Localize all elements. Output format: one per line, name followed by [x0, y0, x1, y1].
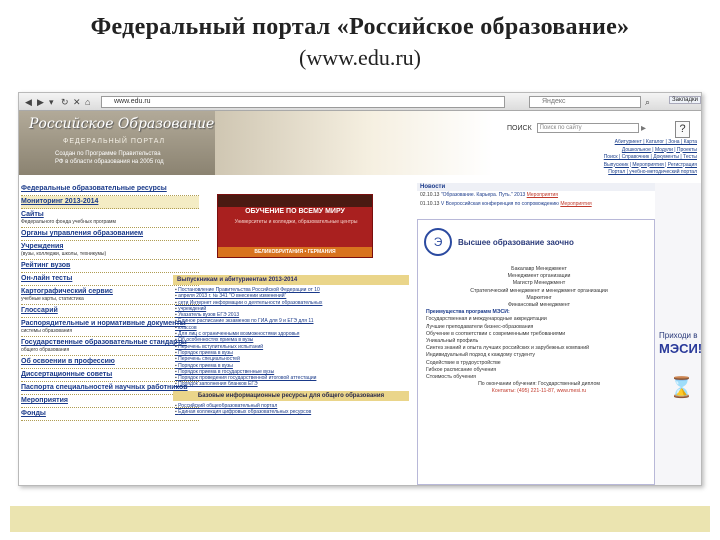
section-subheader: Базовые информационные ресурсы для общег… [173, 390, 409, 401]
mesi-line: Магистр Менеджмент [512, 280, 566, 287]
mesi-line: Преимущества программ МЭСИ: [426, 309, 510, 316]
banner-subtitle: Университеты и колледжи, образовательные… [234, 219, 358, 225]
site-logo: Российское Образование [29, 116, 215, 132]
mesi-line: Гибкое расписание обучения [426, 366, 497, 373]
mesi-contacts[interactable]: Контакты: (495) 221-11-87, www.mesi.ru [426, 388, 652, 395]
menu-item-label: Органы управления образованием [21, 230, 144, 237]
mesi-line: Маркетинг [526, 294, 552, 301]
help-icon[interactable]: ? [675, 121, 690, 138]
resources-list: Российский общеобразовательный портал Ед… [173, 401, 409, 416]
ad-text: Приходи в [659, 331, 698, 340]
search-label: ПОИСК [507, 124, 532, 132]
mesi-line: По окончании обучения: Государственный д… [478, 381, 600, 388]
ad-banner[interactable]: ОБУЧЕНИЕ ПО ВСЕМУ МИРУ Университеты и ко… [217, 194, 373, 258]
menu-item[interactable]: Органы управления образованием [21, 228, 199, 241]
slide-title: Федеральный портал «Российское образован… [0, 14, 720, 71]
list-item[interactable]: Порядок заполнения бланков ЕГЭ [175, 381, 407, 387]
logo-description: Создан по Программе Правительства РФ в о… [55, 151, 164, 165]
menu-item-label: Мониторинг 2013-2014 [21, 198, 99, 205]
reload-icon[interactable]: ↻ [61, 96, 69, 108]
menu-item[interactable]: Рейтинг вузов [21, 260, 199, 273]
news-text: V Всероссийская конференция по сопровожд… [440, 201, 559, 207]
search-icon[interactable]: ⌕ [645, 96, 650, 108]
browser-search-input[interactable]: Яндекс [529, 96, 641, 108]
hourglass-icon: ⌛ [669, 377, 694, 399]
slide-url-line: (www.edu.ru) [299, 45, 421, 70]
news-heading: Новости [417, 183, 655, 191]
mesi-line: Индивидуальный подход к каждому студенту [426, 352, 535, 359]
slide-title-line: Федеральный портал «Российское образован… [90, 14, 630, 40]
menu-item-label: Сайты [21, 211, 44, 218]
menu-item-sub: Федерального фонда учебных программ [21, 219, 116, 225]
stop-icon[interactable]: ✕ [73, 96, 81, 108]
mesi-line: Обучение в соответствии с современными т… [426, 330, 566, 337]
logo-area[interactable]: Российское Образование ФЕДЕРАЛЬНЫЙ ПОРТА… [19, 111, 215, 175]
news-tag[interactable]: Мероприятия [560, 201, 591, 207]
mesi-body: Бакалавр Менеджмент Менеджмент организац… [426, 266, 652, 396]
header-link[interactable]: Дошкольное | Модули | Проекты [537, 147, 697, 155]
dropdown-arrow-icon[interactable]: ▾ [49, 96, 54, 108]
site-header: Российское Образование ФЕДЕРАЛЬНЫЙ ПОРТА… [19, 111, 701, 177]
section-header: Выпускникам и абитуриентам 2013-2014 [173, 275, 409, 285]
news-column: Новости 02.10.13 "Образование. Карьера. … [417, 183, 655, 485]
menu-item-label: Федеральные образовательные ресурсы [21, 185, 167, 192]
ad-brand: МЭСИ! [659, 341, 702, 356]
mesi-line: Финансовый менеджмент [507, 302, 571, 309]
logo-subtitle: ФЕДЕРАЛЬНЫЙ ПОРТАЛ [63, 138, 166, 145]
banner-footer: ВЕЛИКОБРИТАНИЯ • ГЕРМАНИЯ [218, 247, 372, 257]
news-item[interactable]: 02.10.13 "Образование. Карьера. Путь." 2… [417, 191, 655, 200]
banner-photo [218, 195, 372, 207]
news-item[interactable]: 01.10.13 V Всероссийская конференция по … [417, 200, 655, 209]
menu-item-label: Рейтинг вузов [21, 262, 71, 269]
mesi-line: Бакалавр Менеджмент [511, 266, 567, 272]
mesi-line: Содействие в трудоустройстве [426, 359, 501, 366]
bookmarks-tab[interactable]: Закладки [669, 96, 701, 104]
news-date: 02.10.13 [420, 192, 440, 198]
menu-item[interactable]: Федеральные образовательные ресурсы [21, 183, 199, 196]
header-link[interactable]: Выпускник | Мероприятия | Регистрация [537, 162, 697, 170]
mesi-line: Менеджмент организации [507, 273, 571, 280]
mesi-ad[interactable]: Э Высшее образование заочно Бакалавр Мен… [417, 219, 655, 485]
forward-arrow-icon[interactable]: ▶ [37, 96, 44, 108]
mesi-logo-icon: Э [424, 228, 452, 256]
mesi-line: Государственная и международные аккредит… [426, 316, 547, 323]
slide-footer-bar [10, 506, 710, 532]
banner-title: ОБУЧЕНИЕ ПО ВСЕМУ МИРУ [245, 208, 345, 215]
menu-item-label: Учреждения [21, 243, 64, 250]
applicants-list: Постановление Правительства Российской Ф… [173, 285, 409, 388]
news-text: "Образование. Карьера. Путь." 2013 [440, 192, 526, 198]
right-ad-panel[interactable]: Приходи в МЭСИ! ⌛ [655, 183, 701, 485]
list-item[interactable]: Единая коллекция цифровых образовательны… [175, 409, 407, 415]
news-tag[interactable]: Мероприятия [527, 192, 558, 198]
applicants-section: Выпускникам и абитуриентам 2013-2014 Пос… [173, 275, 409, 485]
site-search: ПОИСК Поиск по сайту [507, 123, 639, 133]
mesi-title: Высшее образование заочно [458, 238, 574, 247]
mesi-line: Лучшие преподаватели бизнес-образования [426, 323, 534, 330]
browser-toolbar: ◀ ▶ ▾ ↻ ✕ ⌂ www.edu.ru Яндекс ⌕ Закладки [19, 93, 701, 111]
header-link[interactable]: Портал | учебно-методический портал [537, 169, 697, 177]
site-search-input[interactable]: Поиск по сайту [536, 123, 639, 133]
header-links: Абитуриент | Каталог | Зона | Карта Дошк… [537, 139, 701, 177]
header-link[interactable]: Поиск | Справочник | Документы | Тесты [537, 154, 697, 162]
mesi-line: Стратегический менеджмент и менеджмент о… [470, 287, 608, 294]
menu-item[interactable]: Мониторинг 2013-2014 [21, 196, 199, 209]
menu-item-sub: (вузы, колледжи, школы, техникумы) [21, 251, 107, 257]
news-date: 01.10.13 [420, 201, 440, 207]
search-submit-icon[interactable]: ▸ [641, 123, 646, 134]
menu-item[interactable]: Учреждения (вузы, колледжи, школы, техник… [21, 241, 199, 260]
header-decoration [215, 111, 493, 175]
menu-item[interactable]: Сайты Федерального фонда учебных программ [21, 209, 199, 228]
header-link[interactable]: Абитуриент | Каталог | Зона | Карта [537, 139, 697, 147]
address-bar[interactable]: www.edu.ru [101, 96, 505, 108]
home-icon[interactable]: ⌂ [85, 96, 90, 108]
back-arrow-icon[interactable]: ◀ [25, 96, 32, 108]
screenshot-frame: ◀ ▶ ▾ ↻ ✕ ⌂ www.edu.ru Яндекс ⌕ Закладки… [18, 92, 702, 486]
